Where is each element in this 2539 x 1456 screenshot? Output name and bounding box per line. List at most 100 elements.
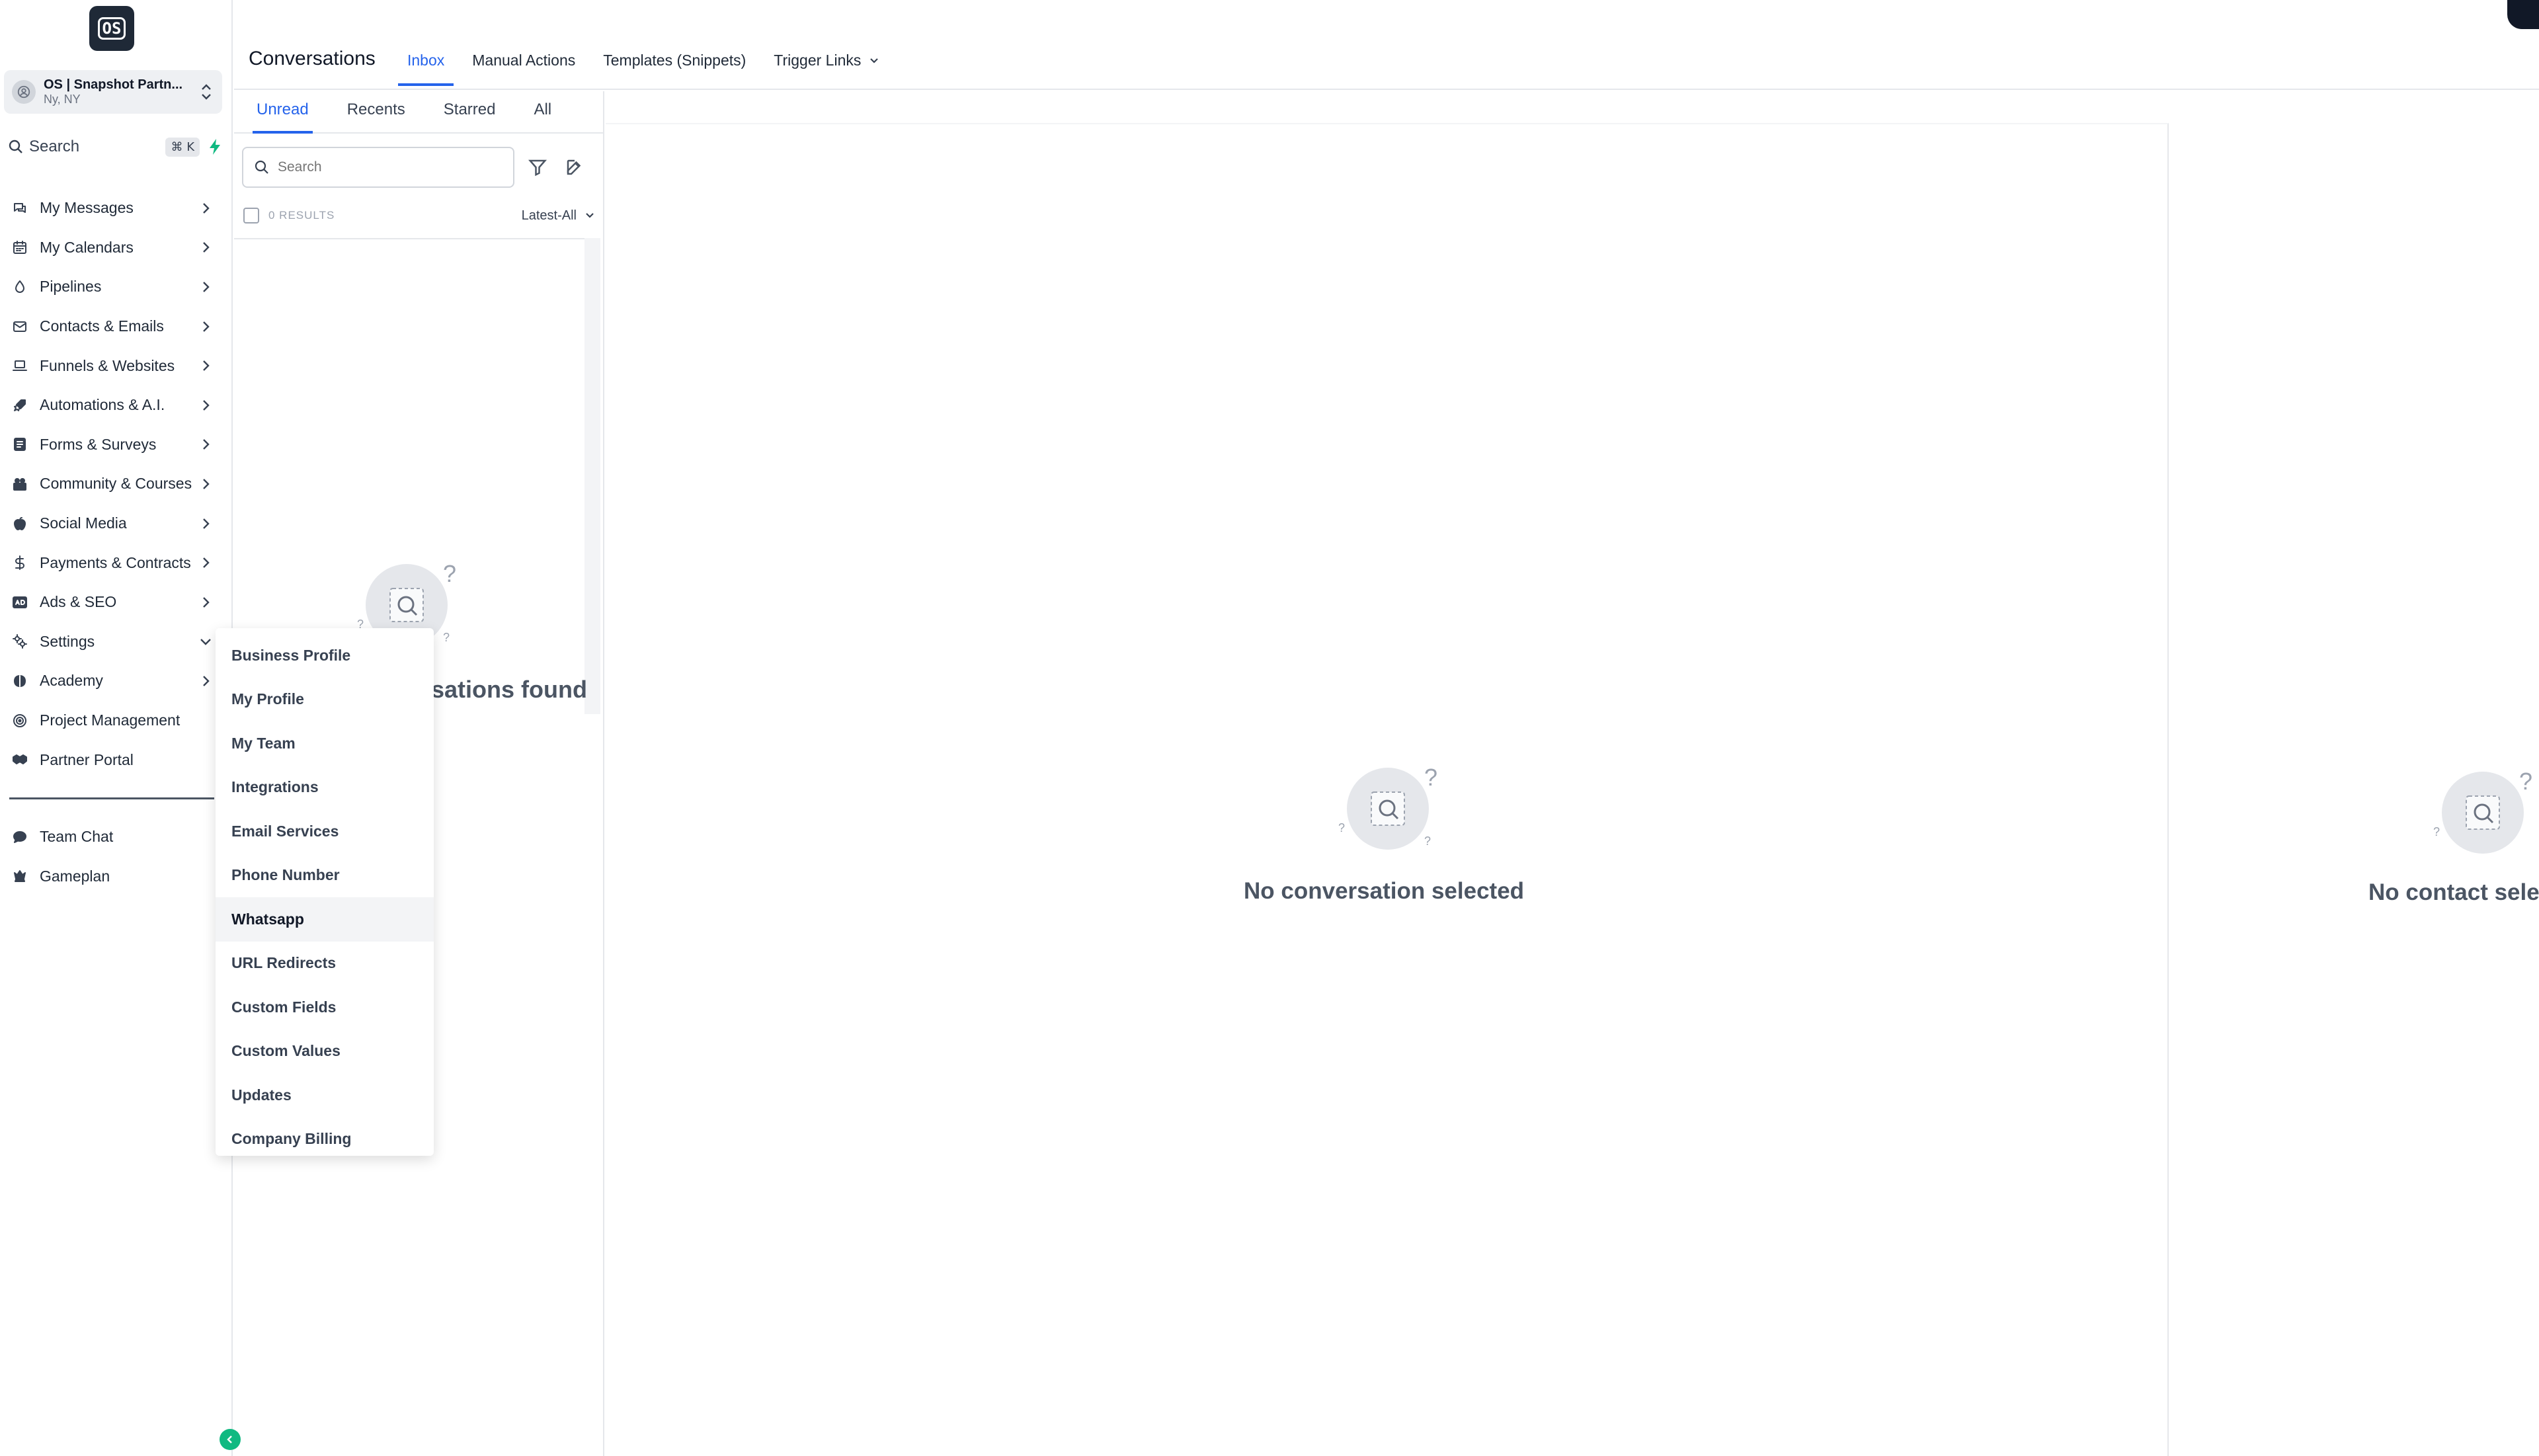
tab-inbox[interactable]: Inbox [398,46,454,86]
tab-unread[interactable]: Unread [253,91,313,134]
tab-manual-actions[interactable]: Manual Actions [463,46,584,86]
sidebar-item-my-messages[interactable]: My Messages [0,188,233,228]
account-location: Ny, NY [44,93,81,106]
chevron-right-icon [203,596,210,608]
sidebar-item-label: Social Media [40,514,127,532]
sidebar-item-label: Partner Portal [40,750,134,768]
sidebar: OS OS | Snapshot Partn... Ny, NY Search … [0,0,241,1456]
ads-icon [13,596,27,608]
chevron-right-icon [203,282,210,292]
sidebar-item-ads-seo[interactable]: Ads & SEO [0,583,233,622]
sidebar-item-contacts-emails[interactable]: Contacts & Emails [0,307,233,346]
dollar-icon [15,555,24,571]
conversation-search[interactable] [242,147,514,188]
settings-menu-item-updates[interactable]: Updates [216,1073,434,1117]
settings-menu-item-business-profile[interactable]: Business Profile [216,633,434,678]
no-conversations-found-text: sations found [431,676,587,703]
chevron-down-icon [586,213,594,218]
sidebar-item-gameplan[interactable]: Gameplan [0,857,233,897]
sort-dropdown[interactable]: Latest-All [522,208,600,223]
gears-icon [13,634,27,649]
tab-all[interactable]: All [530,91,555,134]
logo-text: OS [97,17,126,40]
select-all-checkbox[interactable] [243,208,259,223]
list-scrollbar[interactable] [584,238,600,714]
target-icon [13,713,26,727]
sidebar-item-my-calendars[interactable]: My Calendars [0,228,233,268]
sidebar-item-academy[interactable]: Academy [0,661,233,701]
conversation-search-input[interactable] [278,159,489,175]
sidebar-item-payments-contracts[interactable]: Payments & Contracts [0,543,233,583]
search-icon [255,160,268,174]
settings-menu-item-whatsapp[interactable]: Whatsapp [216,897,434,942]
chevron-down-icon [870,58,879,63]
search-shortcut-badge: ⌘ K [165,137,200,157]
no-contact-illustration-icon: ? ? [2433,768,2532,854]
chevron-down-icon [200,639,211,646]
top-tabs: Inbox Manual Actions Templates (Snippets… [398,46,899,86]
sidebar-item-label: Academy [40,672,103,690]
chess-icon [14,870,26,883]
account-switcher[interactable]: OS | Snapshot Partn... Ny, NY [4,70,222,114]
sidebar-item-icon-wrap [11,867,29,885]
sidebar-item-icon-wrap [11,475,29,493]
sidebar-item-label: Community & Courses [40,475,192,493]
conversation-detail-panel [606,91,2169,1456]
sidebar-item-icon-wrap [11,750,29,769]
settings-menu-item-my-team[interactable]: My Team [216,721,434,766]
sidebar-item-community-courses[interactable]: Community & Courses [0,464,233,504]
sidebar-search-label: Search [29,138,80,155]
sidebar-item-project-management[interactable]: Project Management [0,701,233,741]
sidebar-item-label: My Calendars [40,238,134,256]
settings-menu-item-custom-fields[interactable]: Custom Fields [216,985,434,1030]
sidebar-item-funnels-websites[interactable]: Funnels & Websites [0,346,233,385]
sidebar-item-label: Payments & Contracts [40,553,191,571]
sidebar-item-settings[interactable]: Settings [0,622,233,662]
tab-trigger-links[interactable]: Trigger Links [764,46,890,86]
sidebar-item-forms-surveys[interactable]: Forms & Surveys [0,425,233,465]
sidebar-item-partner-portal[interactable]: Partner Portal [0,740,233,780]
apps-grid-icon[interactable] [2507,0,2539,29]
settings-menu-item-url-redirects[interactable]: URL Redirects [216,942,434,986]
filter-icon[interactable] [528,157,547,177]
sidebar-item-pipelines[interactable]: Pipelines [0,267,233,307]
conversation-detail-card [606,123,2169,1456]
results-row: 0 RESULTS Latest-All [243,202,600,229]
settings-menu-item-integrations[interactable]: Integrations [216,766,434,810]
tab-starred[interactable]: Starred [440,91,500,134]
settings-menu-item-custom-values[interactable]: Custom Values [216,1030,434,1074]
sidebar-nav-bottom: Team Chat Gameplan [0,817,233,896]
sidebar-item-icon-wrap [11,828,29,846]
svg-text:?: ? [2519,768,2532,795]
apple-icon [14,516,26,530]
lightning-bolt-icon[interactable] [208,138,222,155]
app-logo[interactable]: OS [89,6,134,51]
sidebar-item-icon-wrap [11,317,29,336]
sidebar-item-label: Project Management [40,711,181,729]
sidebar-item-automations-a-i[interactable]: Automations & A.I. [0,385,233,425]
sidebar-item-label: Forms & Surveys [40,435,157,453]
tab-templates[interactable]: Templates (Snippets) [594,46,755,86]
chevron-right-icon [203,439,210,450]
sidebar-item-social-media[interactable]: Social Media [0,504,233,544]
settings-menu-item-company-billing[interactable]: Company Billing [216,1117,434,1162]
compose-icon[interactable] [565,157,584,177]
sidebar-item-team-chat[interactable]: Team Chat [0,817,233,857]
sidebar-item-icon-wrap [11,672,29,690]
tab-templates-label: Templates (Snippets) [603,52,746,69]
sidebar-search[interactable]: Search ⌘ K [4,134,222,160]
sidebar-item-label: Gameplan [40,867,110,885]
settings-menu-item-my-profile[interactable]: My Profile [216,678,434,722]
chevron-right-icon [203,479,210,489]
sidebar-divider [9,797,214,799]
settings-menu-item-phone-number[interactable]: Phone Number [216,854,434,898]
sidebar-item-label: Pipelines [40,278,102,296]
chevron-up-down-icon [202,84,211,100]
chevron-right-icon [203,360,210,372]
sidebar-item-label: My Messages [40,199,134,217]
droplet-icon [15,280,24,293]
sidebar-item-label: Ads & SEO [40,593,117,611]
tab-recents[interactable]: Recents [343,91,409,134]
sidebar-item-label: Funnels & Websites [40,356,175,374]
settings-menu-item-email-services[interactable]: Email Services [216,809,434,854]
